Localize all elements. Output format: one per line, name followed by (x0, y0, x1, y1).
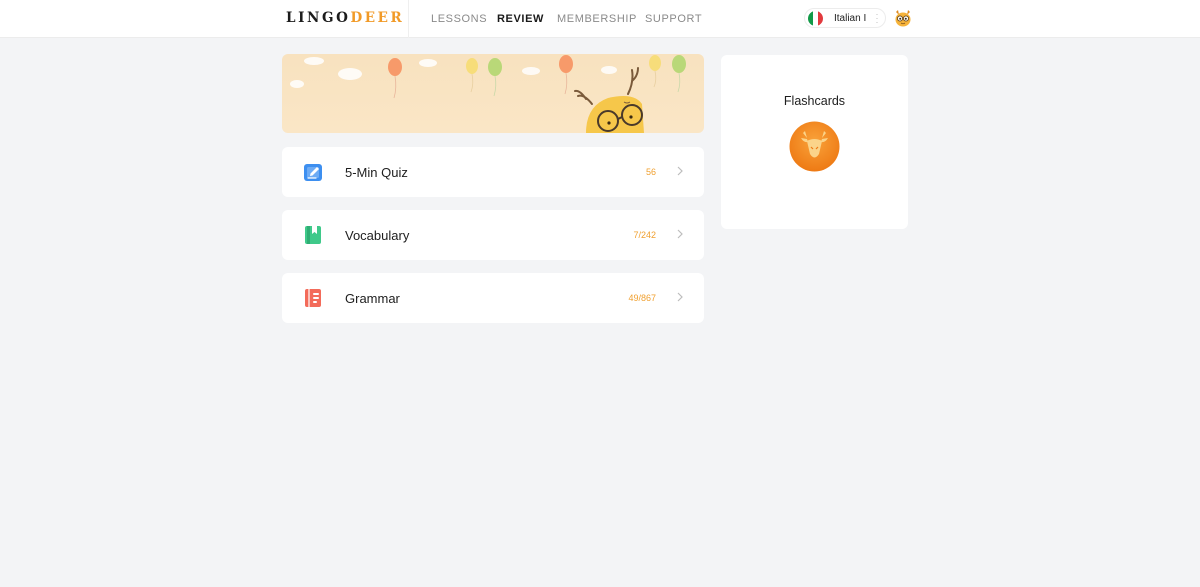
nav-membership[interactable]: MEMBERSHIP (557, 13, 637, 25)
nav-review[interactable]: REVIEW (497, 13, 544, 25)
grammar-label: Grammar (345, 291, 400, 306)
balloons-deer-illustration (290, 55, 686, 133)
flashcards-deer-button[interactable] (789, 121, 840, 172)
vocabulary-row[interactable]: Vocabulary 7/242 (282, 210, 704, 260)
vocabulary-count: 7/242 (633, 230, 656, 240)
language-selector[interactable]: Italian I · · · (804, 8, 886, 28)
vocabulary-book-icon (305, 226, 321, 244)
vocabulary-label: Vocabulary (345, 228, 410, 243)
quiz-label: 5-Min Quiz (345, 165, 408, 180)
user-avatar-icon[interactable] (893, 8, 913, 28)
italy-flag-icon (808, 11, 823, 26)
chevron-right-icon (677, 292, 683, 302)
grammar-notebook-icon (305, 289, 321, 307)
chevron-right-icon (677, 166, 683, 176)
grammar-row[interactable]: Grammar 49/867 (282, 273, 704, 323)
grammar-count: 49/867 (628, 293, 656, 303)
lingodeer-logo[interactable]: LINGODEER (286, 10, 404, 26)
language-label: Italian I (834, 13, 867, 24)
flashcards-title: Flashcards (783, 94, 846, 108)
nav-support[interactable]: SUPPORT (645, 13, 702, 25)
chevron-right-icon (677, 229, 683, 239)
logo-text-deer: DEER (350, 10, 405, 26)
header-divider (408, 0, 409, 38)
quiz-pencil-icon (304, 164, 322, 181)
more-dots-icon: · · · (875, 9, 879, 27)
logo-text-lingo: LINGO (286, 10, 351, 26)
quiz-count: 56 (645, 167, 656, 177)
flashcards-card: Flashcards (721, 55, 908, 229)
review-banner (282, 54, 704, 133)
top-nav-bar: LINGODEER LESSONS REVIEW MEMBERSHIP SUPP… (0, 0, 1200, 38)
nav-lessons[interactable]: LESSONS (431, 13, 487, 25)
quiz-row[interactable]: 5-Min Quiz 56 (282, 147, 704, 197)
